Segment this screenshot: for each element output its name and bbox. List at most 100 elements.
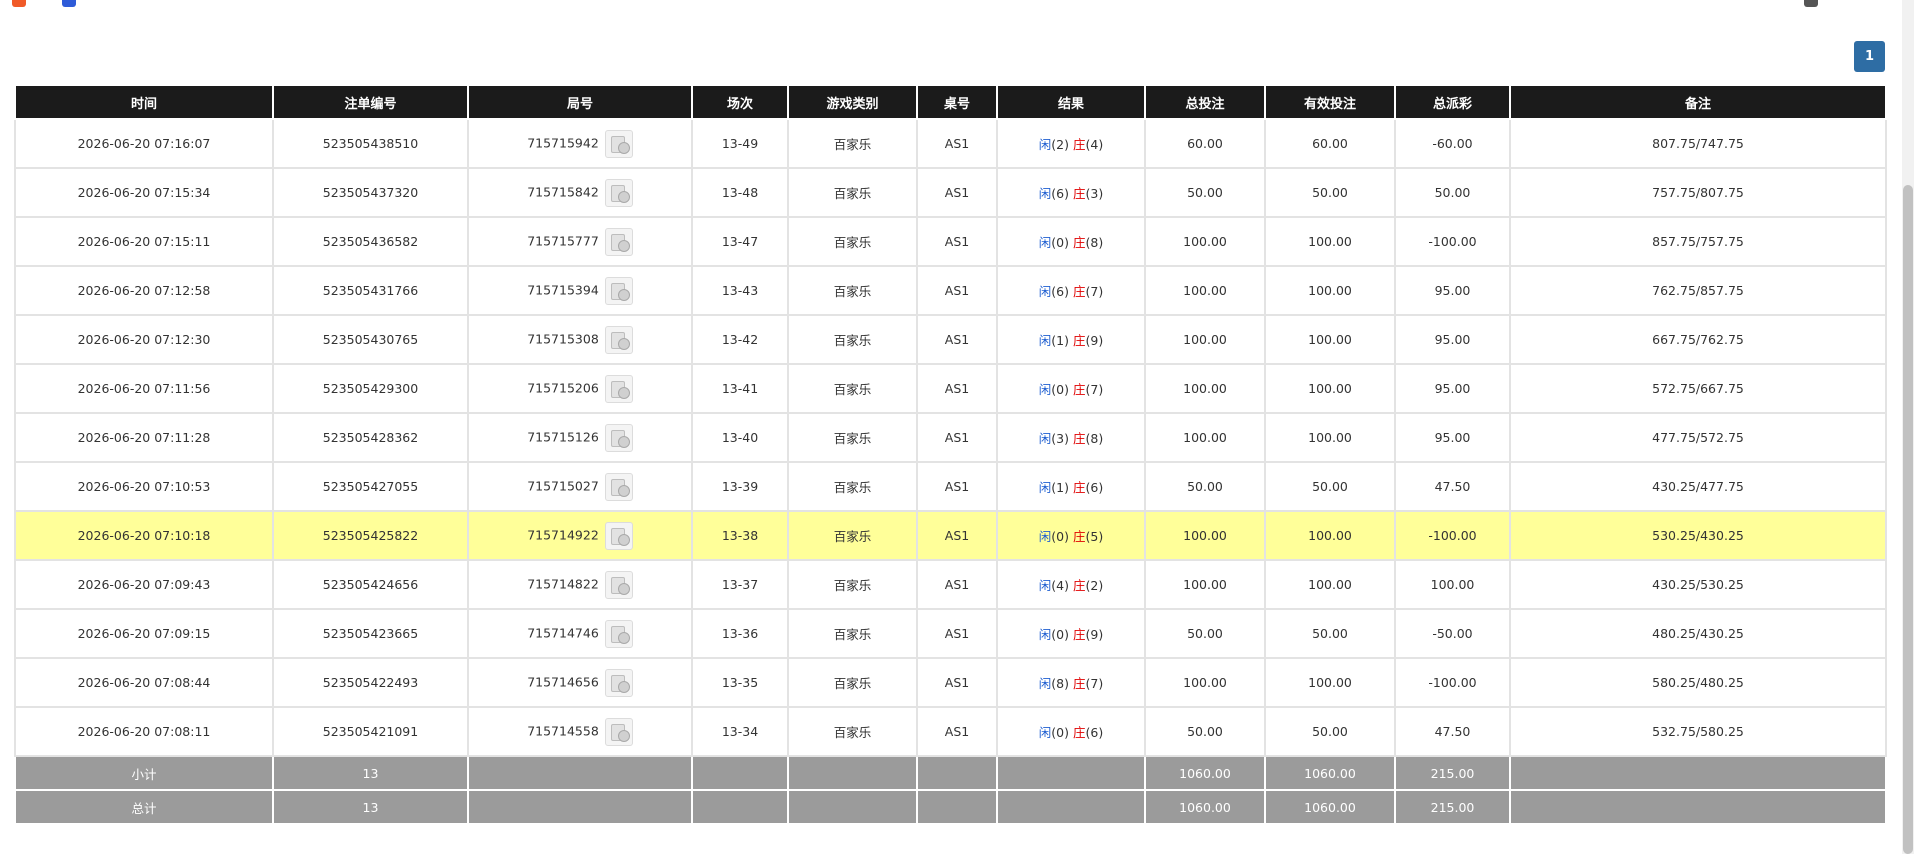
cell-session: 13-41	[691, 363, 789, 414]
result-banker-score: (8)	[1085, 235, 1104, 250]
round-replay-icon[interactable]	[604, 178, 633, 207]
round-replay-icon[interactable]	[604, 668, 633, 697]
cell-total-bet: 50.00	[1144, 461, 1266, 512]
cell-valid-bet: 60.00	[1264, 118, 1396, 169]
cell-note: 532.75/580.25	[1509, 706, 1887, 757]
toolbar-item-right[interactable]	[1804, 0, 1824, 7]
result-player-label: 闲	[1038, 480, 1052, 495]
round-replay-icon[interactable]	[604, 570, 633, 599]
round-replay-icon[interactable]	[604, 325, 633, 354]
cell-note: 857.75/757.75	[1509, 216, 1887, 267]
cell-time: 2026-06-20 07:11:56	[14, 363, 274, 414]
result-player-score: (6)	[1051, 284, 1069, 299]
cell-table-no: AS1	[916, 412, 998, 463]
cell-total-bet: 100.00	[1144, 363, 1266, 414]
cell-result: 闲(0) 庄(8)	[996, 216, 1146, 267]
vertical-scrollbar[interactable]	[1902, 0, 1914, 854]
total-label: 总计	[14, 789, 274, 825]
result-player-score: (0)	[1051, 627, 1069, 642]
result-banker-score: (2)	[1085, 578, 1104, 593]
cell-order-no: 523505431766	[272, 265, 469, 316]
page-1-button[interactable]: 1	[1854, 41, 1885, 72]
cell-time: 2026-06-20 07:08:11	[14, 706, 274, 757]
cell-session: 13-47	[691, 216, 789, 267]
cell-time: 2026-06-20 07:09:15	[14, 608, 274, 659]
cell-game-type: 百家乐	[787, 118, 918, 169]
result-banker-label: 庄	[1072, 186, 1086, 201]
round-replay-icon[interactable]	[604, 276, 633, 305]
cell-total-bet: 50.00	[1144, 167, 1266, 218]
cell-valid-bet: 100.00	[1264, 216, 1396, 267]
result-banker-label: 庄	[1072, 578, 1086, 593]
empty-cell	[787, 755, 918, 791]
cell-payout: 100.00	[1394, 559, 1511, 610]
cell-session: 13-43	[691, 265, 789, 316]
round-replay-icon[interactable]	[604, 423, 633, 452]
subtotal-label: 小计	[14, 755, 274, 791]
round-replay-icon[interactable]	[604, 717, 633, 746]
result-banker-score: (7)	[1085, 382, 1104, 397]
bookmark-icon	[1804, 0, 1818, 7]
cell-time: 2026-06-20 07:10:18	[14, 510, 274, 561]
cell-payout: 47.50	[1394, 706, 1511, 757]
cell-table-no: AS1	[916, 706, 998, 757]
toolbar-item-left-2[interactable]	[62, 0, 82, 7]
result-banker-label: 庄	[1072, 725, 1086, 740]
cell-round-no: 715714656	[467, 657, 693, 708]
result-banker-score: (6)	[1085, 725, 1104, 740]
col-header-table-no: 桌号	[916, 84, 998, 120]
result-banker-label: 庄	[1072, 627, 1086, 642]
col-header-game-type: 游戏类别	[787, 84, 918, 120]
result-banker-label: 庄	[1072, 382, 1086, 397]
round-replay-icon[interactable]	[604, 619, 633, 648]
scrollbar-thumb[interactable]	[1903, 185, 1913, 854]
round-no-text: 715715126	[527, 429, 599, 444]
round-replay-icon[interactable]	[604, 129, 633, 158]
cell-session: 13-38	[691, 510, 789, 561]
cell-time: 2026-06-20 07:09:43	[14, 559, 274, 610]
cell-time: 2026-06-20 07:11:28	[14, 412, 274, 463]
table-row: 2026-06-20 07:15:11 523505436582 715715777…	[14, 216, 1887, 267]
cell-table-no: AS1	[916, 265, 998, 316]
round-no-text: 715715942	[527, 135, 599, 150]
result-player-label: 闲	[1038, 382, 1052, 397]
result-player-score: (1)	[1051, 480, 1069, 495]
round-replay-icon[interactable]	[604, 227, 633, 256]
round-replay-icon[interactable]	[604, 374, 633, 403]
cell-game-type: 百家乐	[787, 363, 918, 414]
cell-session: 13-48	[691, 167, 789, 218]
result-player-score: (0)	[1051, 725, 1069, 740]
round-no-text: 715714656	[527, 674, 599, 689]
round-replay-icon[interactable]	[604, 472, 633, 501]
cell-table-no: AS1	[916, 118, 998, 169]
cell-time: 2026-06-20 07:15:11	[14, 216, 274, 267]
cell-result: 闲(0) 庄(6)	[996, 706, 1146, 757]
cell-game-type: 百家乐	[787, 167, 918, 218]
toolbar-item-left-1[interactable]	[12, 0, 32, 7]
result-banker-label: 庄	[1072, 333, 1086, 348]
cell-time: 2026-06-20 07:10:53	[14, 461, 274, 512]
result-player-label: 闲	[1038, 431, 1052, 446]
cell-round-no: 715714746	[467, 608, 693, 659]
cell-payout: -60.00	[1394, 118, 1511, 169]
cell-table-no: AS1	[916, 657, 998, 708]
orange-app-icon	[12, 0, 26, 7]
cell-valid-bet: 100.00	[1264, 412, 1396, 463]
result-player-score: (1)	[1051, 333, 1069, 348]
result-player-label: 闲	[1038, 627, 1052, 642]
col-header-time: 时间	[14, 84, 274, 120]
cell-valid-bet: 50.00	[1264, 461, 1396, 512]
cell-order-no: 523505438510	[272, 118, 469, 169]
cell-note: 762.75/857.75	[1509, 265, 1887, 316]
cell-time: 2026-06-20 07:12:58	[14, 265, 274, 316]
result-banker-score: (8)	[1085, 431, 1104, 446]
empty-cell	[691, 755, 789, 791]
table-row: 2026-06-20 07:10:53 523505427055 715715027…	[14, 461, 1887, 512]
result-banker-label: 庄	[1072, 529, 1086, 544]
result-player-score: (6)	[1051, 186, 1069, 201]
col-header-total-bet: 总投注	[1144, 84, 1266, 120]
result-player-label: 闲	[1038, 333, 1052, 348]
cell-time: 2026-06-20 07:08:44	[14, 657, 274, 708]
round-replay-icon[interactable]	[604, 521, 633, 550]
cell-table-no: AS1	[916, 167, 998, 218]
